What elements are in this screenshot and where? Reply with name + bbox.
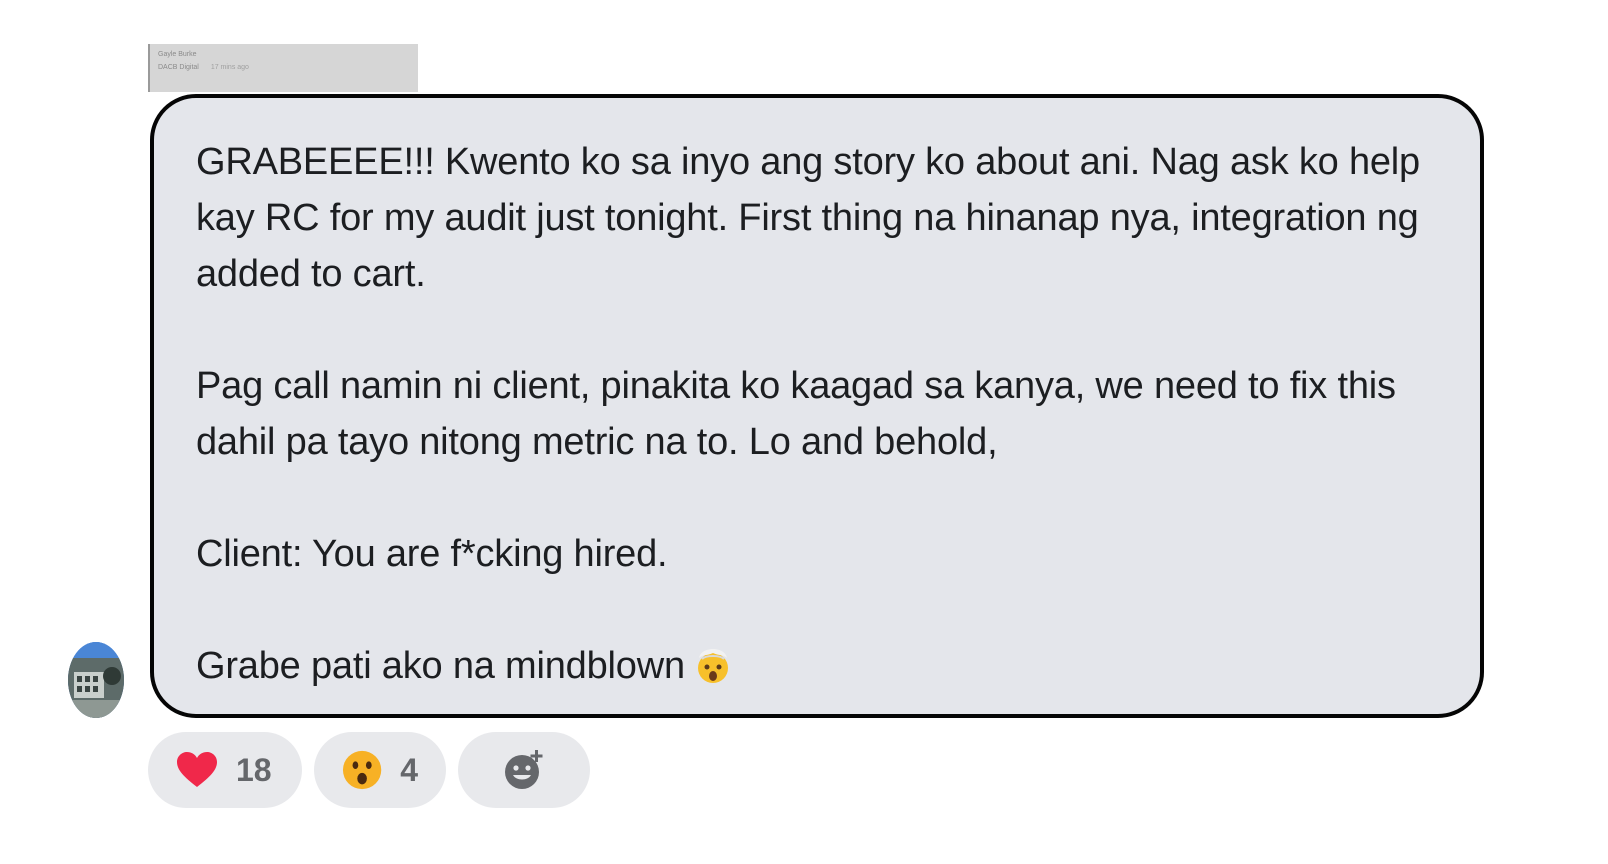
reply-preview-author: Gayle Burke: [158, 51, 197, 58]
reply-preview-time: 17 mins ago: [210, 64, 249, 71]
avatar[interactable]: [68, 642, 124, 718]
message-paragraph-last: Grabe pati ako na mindblown: [196, 638, 1438, 694]
wow-face-icon: [342, 750, 382, 790]
message-paragraph: Client: You are f*cking hired.: [196, 533, 668, 575]
reply-preview-name: DACB Digital: [158, 64, 199, 71]
add-reaction-icon: [505, 750, 543, 789]
exploding-head-icon: [697, 649, 728, 683]
heart-icon: [177, 752, 217, 787]
message-paragraph-text: Grabe pati ako na mindblown: [196, 645, 685, 687]
reaction-count: 4: [400, 751, 418, 788]
message-paragraph: GRABEEEE!!! Kwento ko sa inyo ang story …: [196, 141, 1431, 295]
reaction-wow-button[interactable]: 4: [314, 732, 446, 808]
reactions-bar: 18 4: [148, 732, 590, 808]
reply-preview[interactable]: Gayle Burke DACB Digital 17 mins ago: [148, 44, 418, 92]
add-reaction-button[interactable]: [458, 732, 590, 808]
message-bubble[interactable]: GRABEEEE!!! Kwento ko sa inyo ang story …: [150, 94, 1484, 718]
avatar-photo-icon: [68, 642, 124, 718]
reaction-heart-button[interactable]: 18: [148, 732, 302, 808]
reply-preview-meta: DACB Digital 17 mins ago: [158, 61, 410, 74]
message-paragraph: Pag call namin ni client, pinakita ko ka…: [196, 365, 1407, 463]
reaction-count: 18: [236, 751, 272, 788]
